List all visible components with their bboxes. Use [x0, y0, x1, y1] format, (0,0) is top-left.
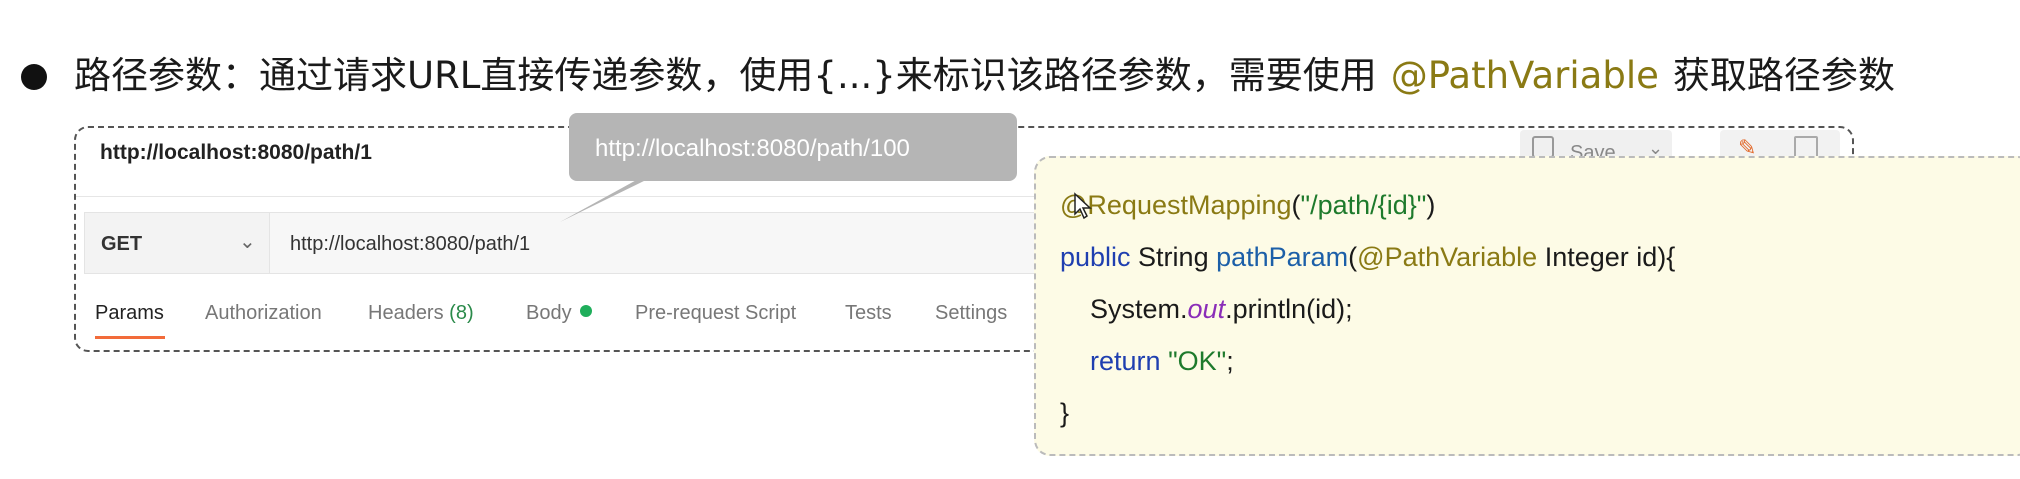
tooltip-text: http://localhost:8080/path/100: [595, 135, 910, 162]
url-tooltip: http://localhost:8080/path/100: [569, 113, 1017, 181]
code-line-2: public String pathParam(@PathVariable In…: [1060, 242, 1676, 272]
code-snippet: @RequestMapping("/path/{id}") public Str…: [1034, 156, 2020, 456]
code-line-4: return "OK";: [1090, 346, 1234, 376]
mouse-cursor-icon: [1074, 192, 1092, 220]
code-line-5: }: [1060, 398, 1070, 428]
code-line-1: @RequestMapping("/path/{id}"): [1060, 190, 1436, 220]
code-line-3: System.out.println(id);: [1090, 294, 1353, 324]
